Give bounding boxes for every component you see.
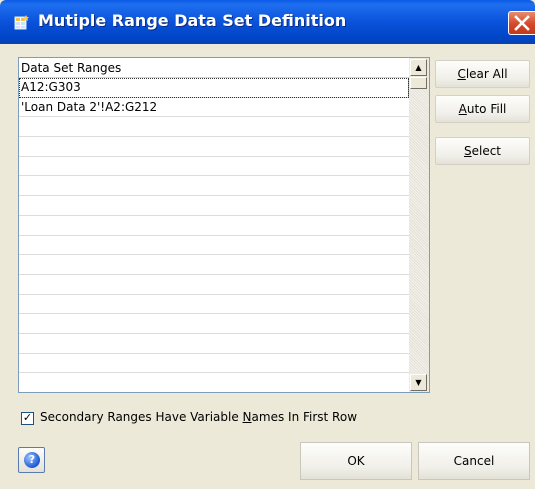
- list-rows: A12:G303 'Loan Data 2'!A2:G212: [19, 78, 409, 392]
- list-row[interactable]: [19, 216, 409, 236]
- list-row[interactable]: [19, 373, 409, 392]
- help-icon: ?: [24, 452, 40, 468]
- list-row[interactable]: [19, 354, 409, 374]
- clear-all-label: lear All: [465, 67, 508, 81]
- clear-all-button[interactable]: Clear All: [435, 60, 530, 88]
- variable-names-checkbox[interactable]: ✓: [21, 412, 34, 425]
- list-row[interactable]: 'Loan Data 2'!A2:G212: [19, 98, 409, 118]
- close-icon: [514, 15, 530, 31]
- checkbox-label-end: ames In First Row: [251, 410, 358, 424]
- checkbox-label-mnemonic: N: [242, 410, 252, 424]
- select-label: elect: [471, 144, 502, 158]
- help-button[interactable]: ?: [18, 447, 45, 473]
- clear-all-mnemonic: C: [457, 67, 466, 81]
- scroll-thumb[interactable]: [410, 77, 427, 89]
- variable-names-label[interactable]: Secondary Ranges Have Variable Names In …: [40, 410, 357, 424]
- window-title: Mutiple Range Data Set Definition: [38, 11, 347, 30]
- list-row[interactable]: [19, 137, 409, 157]
- auto-fill-label: uto Fill: [466, 102, 507, 116]
- title-bar[interactable]: Mutiple Range Data Set Definition: [0, 0, 535, 44]
- arrow-down-icon: ▼: [415, 378, 422, 387]
- scroll-down-button[interactable]: ▼: [410, 374, 427, 391]
- check-mark-icon: ✓: [22, 411, 33, 424]
- select-mnemonic: S: [463, 144, 472, 158]
- cancel-button[interactable]: Cancel: [418, 442, 530, 480]
- list-row[interactable]: [19, 176, 409, 197]
- app-icon: [14, 15, 29, 30]
- list-row[interactable]: [19, 334, 409, 354]
- ok-button[interactable]: OK: [300, 442, 412, 480]
- auto-fill-mnemonic: A: [458, 102, 467, 116]
- list-row[interactable]: [19, 157, 409, 177]
- list-row[interactable]: [19, 117, 409, 138]
- arrow-up-icon: ▲: [415, 63, 422, 72]
- list-row[interactable]: [19, 236, 409, 256]
- list-row[interactable]: A12:G303: [19, 78, 409, 98]
- list-row[interactable]: [19, 295, 409, 315]
- select-button[interactable]: Select: [435, 137, 530, 165]
- list-row[interactable]: [19, 275, 409, 295]
- dialog-body: Data Set Ranges A12:G303 'Loan Data 2'!A2…: [0, 44, 535, 489]
- scroll-up-button[interactable]: ▲: [410, 59, 427, 76]
- close-button[interactable]: [508, 11, 535, 35]
- auto-fill-button[interactable]: Auto Fill: [435, 95, 530, 123]
- list-row[interactable]: [19, 314, 409, 334]
- list-row[interactable]: [19, 196, 409, 216]
- list-header: Data Set Ranges: [19, 60, 411, 78]
- list-row[interactable]: [19, 255, 409, 275]
- data-set-ranges-list[interactable]: Data Set Ranges A12:G303 'Loan Data 2'!A2…: [18, 57, 430, 393]
- vertical-scrollbar[interactable]: ▲ ▼: [409, 58, 429, 392]
- checkbox-label-start: Secondary Ranges Have Variable: [40, 410, 243, 424]
